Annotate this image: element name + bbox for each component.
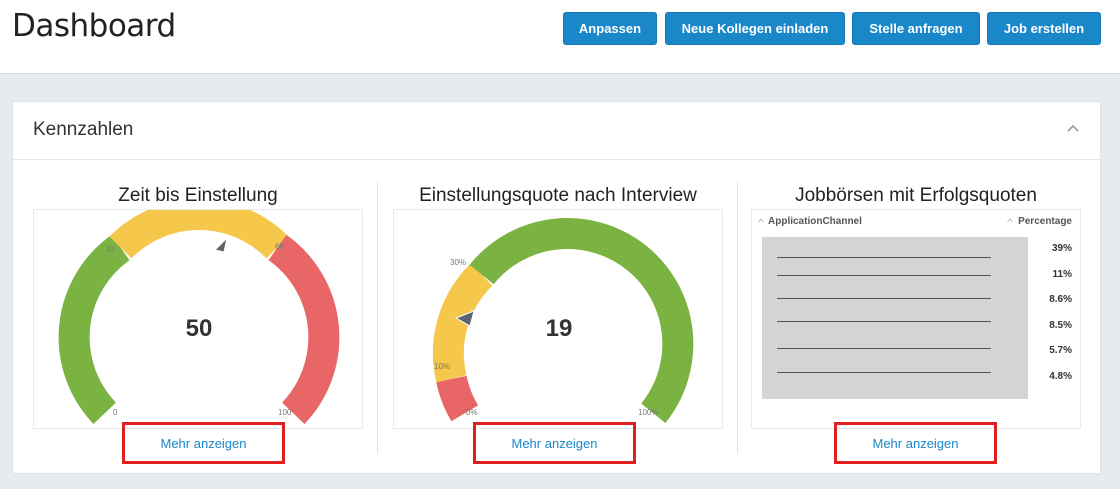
time-to-hire-gauge: 50 0 33 66 100	[33, 209, 363, 429]
interview-rate-gauge: 19 0% 10% 30% 100%	[393, 209, 723, 429]
more-link-job-boards[interactable]: Mehr anzeigen	[873, 436, 959, 451]
tick-label: 33	[106, 245, 115, 254]
job-boards-table: ApplicationChannel Percentage 39% 11% 8.…	[751, 209, 1081, 429]
top-bar: Dashboard Anpassen Neue Kollegen einlade…	[0, 0, 1120, 74]
redaction-line	[777, 298, 991, 299]
percentage-cell: 8.5%	[1049, 320, 1072, 331]
gauge-value: 19	[545, 315, 573, 342]
more-highlight: Mehr anzeigen	[473, 422, 636, 464]
tick-label: 10%	[434, 362, 451, 371]
more-highlight: Mehr anzeigen	[834, 422, 997, 464]
percentage-cell: 8.6%	[1049, 294, 1072, 305]
redaction-line	[777, 372, 991, 373]
tick-label: 0%	[466, 408, 478, 417]
more-link-interview-rate[interactable]: Mehr anzeigen	[512, 436, 598, 451]
redaction-line	[777, 321, 991, 322]
redaction-line	[777, 348, 991, 349]
more-link-time-to-hire[interactable]: Mehr anzeigen	[161, 436, 247, 451]
invite-colleagues-button[interactable]: Neue Kollegen einladen	[665, 12, 845, 45]
more-highlight: Mehr anzeigen	[122, 422, 285, 464]
kpi-panel: Kennzahlen Zeit bis Einstellung 50 0 33 …	[12, 101, 1101, 474]
column-header[interactable]: Percentage	[1018, 216, 1072, 227]
chevron-up-icon[interactable]	[1064, 120, 1082, 136]
percentage-cell: 5.7%	[1049, 345, 1072, 356]
sort-icon[interactable]	[758, 218, 764, 223]
redacted-channel-names	[762, 237, 1028, 399]
redaction-line	[777, 257, 991, 258]
divider	[737, 182, 738, 454]
percentage-cell: 4.8%	[1049, 371, 1072, 382]
percentage-cell: 39%	[1051, 243, 1072, 254]
time-to-hire-title: Zeit bis Einstellung	[118, 185, 278, 206]
interview-rate-title: Einstellungsquote nach Interview	[419, 185, 697, 206]
tick-label: 66	[275, 242, 284, 251]
tick-label: 0	[113, 408, 118, 417]
job-boards-title: Jobbörsen mit Erfolgsquoten	[795, 185, 1037, 206]
panel-title: Kennzahlen	[33, 119, 134, 140]
tick-label: 100%	[638, 408, 659, 417]
create-job-button[interactable]: Job erstellen	[987, 12, 1101, 45]
sort-icon[interactable]	[1007, 218, 1013, 223]
gauge-needle-icon	[214, 236, 228, 253]
tick-label: 100	[278, 408, 292, 417]
column-header[interactable]: ApplicationChannel	[768, 216, 862, 227]
gauge-value: 50	[185, 315, 213, 342]
page-title: Dashboard	[12, 8, 176, 44]
request-position-button[interactable]: Stelle anfragen	[852, 12, 980, 45]
percentage-cell: 11%	[1052, 269, 1072, 280]
redaction-line	[777, 275, 991, 276]
tick-label: 30%	[450, 258, 467, 267]
customize-button[interactable]: Anpassen	[563, 12, 657, 45]
panel-header: Kennzahlen	[13, 102, 1100, 160]
divider	[377, 182, 378, 454]
